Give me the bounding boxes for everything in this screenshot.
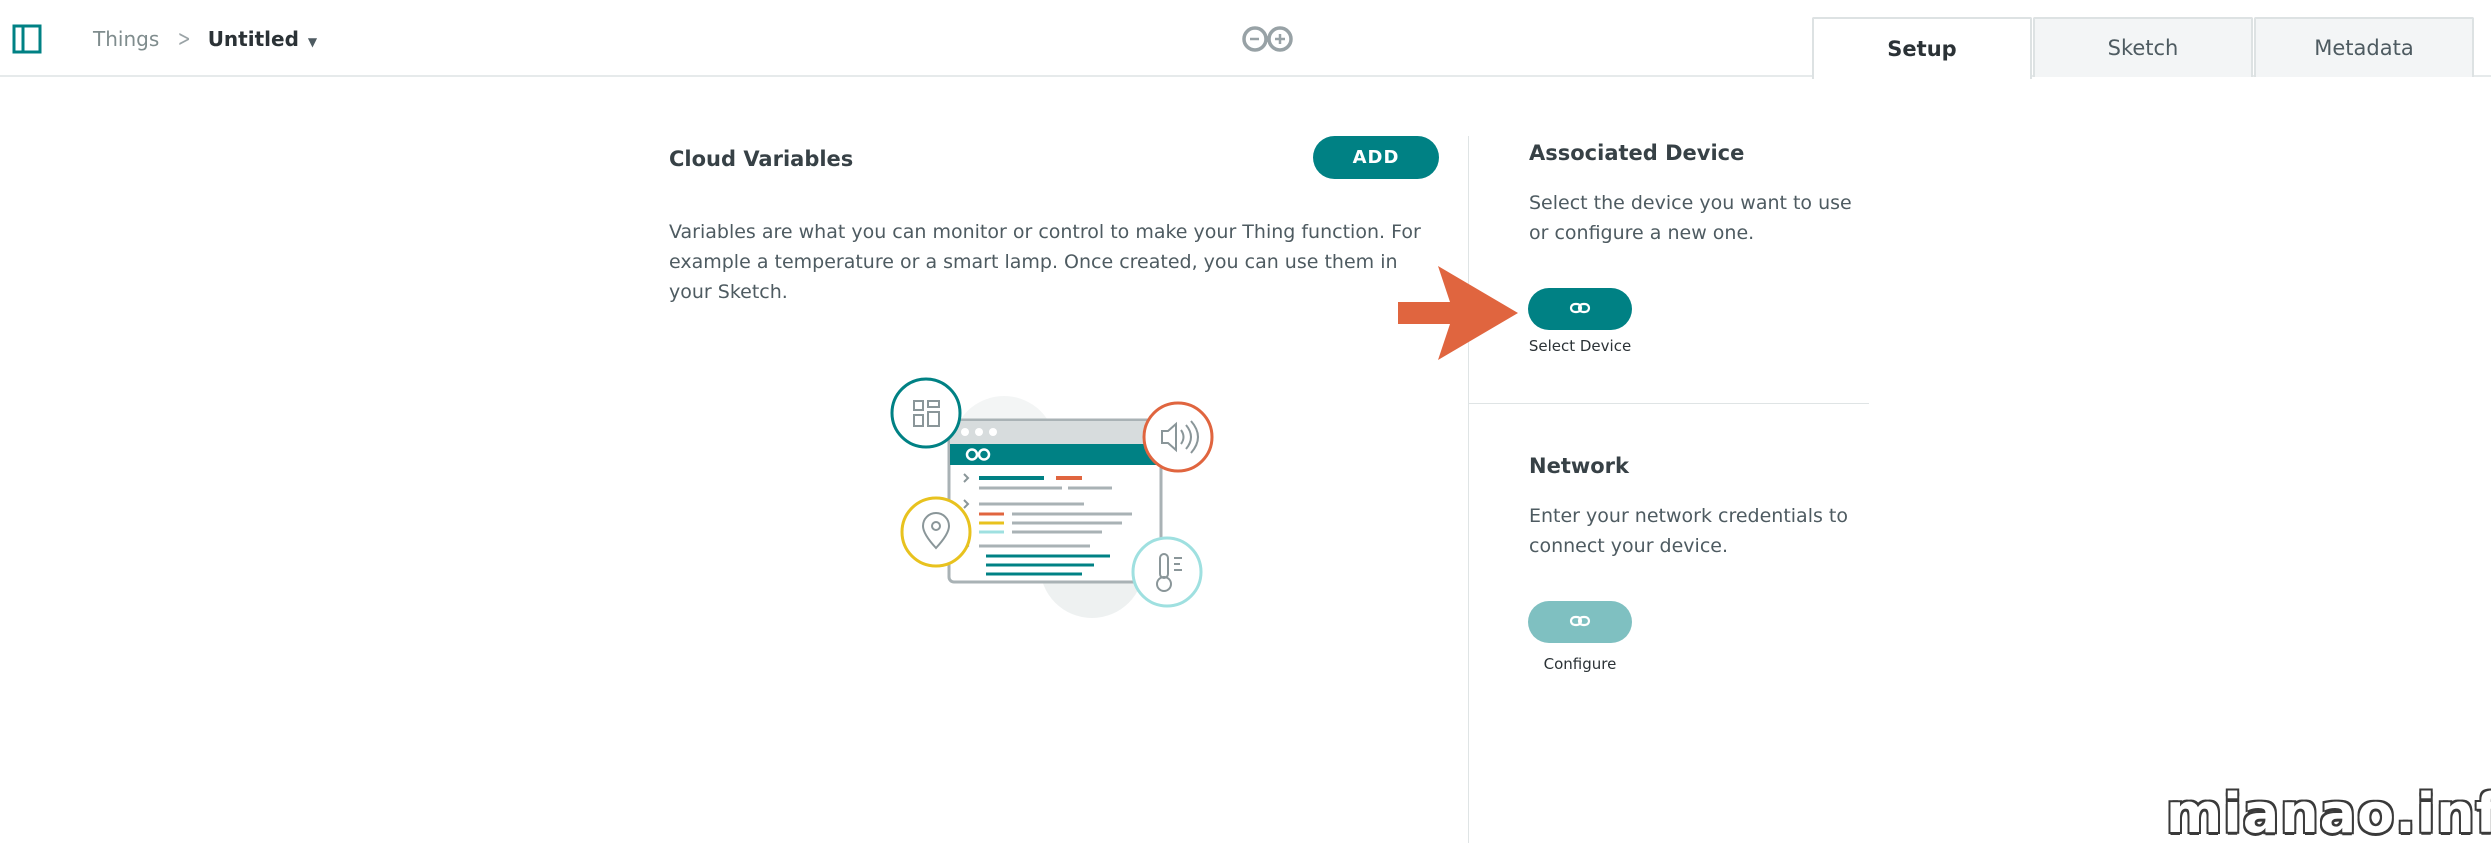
associated-device-title: Associated Device <box>1529 141 1745 165</box>
configure-label: Configure <box>1543 655 1617 673</box>
breadcrumb: Things > Untitled ▼ <box>93 24 317 54</box>
tab-bar: Setup Sketch Metadata <box>1812 17 2475 79</box>
cloud-variables-description: Variables are what you can monitor or co… <box>669 221 1421 303</box>
tab-setup[interactable]: Setup <box>1812 17 2032 79</box>
caret-down-icon: ▼ <box>307 35 318 49</box>
watermark-text: mianao.info <box>2166 782 2491 845</box>
column-divider <box>1468 136 1469 843</box>
sidebar-toggle-icon[interactable] <box>12 24 42 54</box>
top-bar: Things > Untitled ▼ Setup Sketch Metadata <box>0 0 2491 79</box>
tab-sketch[interactable]: Sketch <box>2033 17 2253 77</box>
network-description: Enter your network credentials to connec… <box>1529 505 1848 557</box>
cloud-variables-illustration <box>884 370 1214 630</box>
breadcrumb-separator-icon: > <box>178 26 191 52</box>
add-variable-button[interactable]: ADD <box>1313 136 1439 179</box>
select-device-label: Select Device <box>1528 337 1632 355</box>
link-icon <box>1569 614 1591 631</box>
pointer-arrow-icon <box>1398 266 1518 360</box>
configure-network-button[interactable] <box>1528 601 1632 643</box>
select-device-button[interactable] <box>1528 288 1632 330</box>
tab-metadata[interactable]: Metadata <box>2254 17 2474 77</box>
thing-name-dropdown[interactable]: Untitled ▼ <box>208 27 317 51</box>
breadcrumb-things-link[interactable]: Things <box>93 27 159 51</box>
network-title: Network <box>1529 454 1630 478</box>
arduino-logo-icon <box>1238 22 1300 56</box>
link-icon <box>1569 301 1591 318</box>
thing-name: Untitled <box>207 27 299 51</box>
associated-device-description: Select the device you want to use or con… <box>1529 192 1852 244</box>
cloud-variables-title: Cloud Variables <box>669 147 854 171</box>
section-divider <box>1469 403 1869 404</box>
